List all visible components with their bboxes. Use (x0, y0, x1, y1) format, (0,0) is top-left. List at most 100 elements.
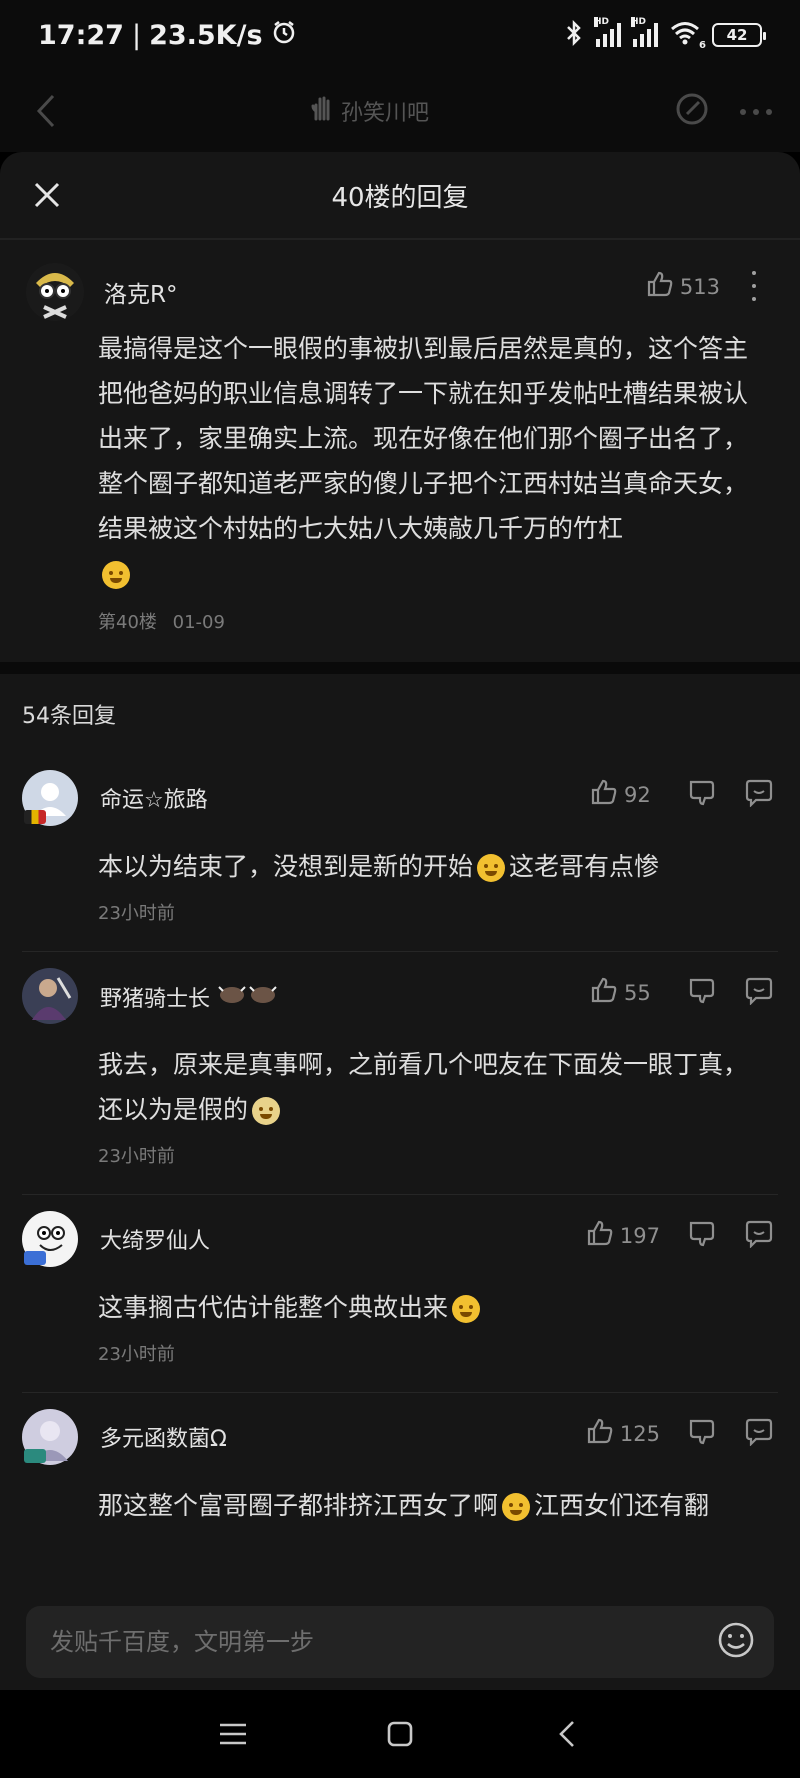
signal-icon-2: HD (631, 17, 658, 47)
reply-time: 23小时前 (98, 1146, 175, 1167)
like-button[interactable]: 197 (586, 1219, 660, 1252)
thumbs-down-icon[interactable] (688, 779, 716, 811)
wifi-icon: 6 (670, 21, 706, 51)
clock: 17:27 (38, 19, 124, 51)
like-count: 92 (624, 782, 651, 807)
reply-item: 野猪骑士长 55 我去，原来是真事啊，之前看几个吧友在下面发一眼丁真，还以为是假… (22, 952, 778, 1195)
like-button[interactable]: 55 (590, 976, 660, 1009)
boar-icon (217, 985, 279, 1012)
thumbs-up-icon (590, 976, 618, 1009)
home-square-icon[interactable] (370, 1704, 430, 1764)
reply-body: 本以为结束了，没想到是新的开始 这老哥有点惨 (98, 844, 758, 889)
forum-name: 孙笑川吧 (340, 101, 429, 126)
nav-right (674, 91, 774, 131)
floor-post: 洛克R° 513 最搞得是这个一眼假的事被扒到最后居然是真的，这个答主把他爸妈的… (0, 240, 800, 662)
thumbs-up-icon (586, 1219, 614, 1252)
reply-actions: 55 (590, 976, 774, 1009)
emoji-icon (502, 1493, 531, 1521)
like-count: 55 (624, 980, 651, 1005)
reply-input[interactable] (50, 1628, 650, 1656)
input-bar (0, 1598, 800, 1690)
battery-icon: 42 (712, 23, 766, 47)
reply-text: 我去，原来是真事啊，之前看几个吧友在下面发一眼丁真，还以为是假的 (98, 1050, 749, 1124)
battery-level: 42 (726, 26, 748, 44)
wifi-sub: 6 (699, 40, 706, 51)
username[interactable]: 大绮罗仙人 (100, 1223, 210, 1255)
thumbs-up-icon (586, 1417, 614, 1450)
comment-icon[interactable] (744, 977, 774, 1009)
post-date: 01-09 (172, 612, 225, 633)
hd-label-2: HD (631, 17, 647, 27)
thumbs-down-icon[interactable] (688, 977, 716, 1009)
section-divider (0, 662, 800, 674)
forum-hand-icon (311, 95, 333, 127)
sheet-header: 40楼的回复 (0, 152, 800, 240)
avatar[interactable] (22, 1211, 78, 1267)
net-speed: 23.5K/s (149, 19, 263, 51)
reply-text: 这事搁古代估计能整个典故出来 (98, 1293, 449, 1322)
sheet-title: 40楼的回复 (331, 182, 469, 213)
badge-icon (24, 1251, 46, 1265)
username[interactable]: 命运☆旅路 (100, 782, 208, 814)
username[interactable]: 野猪骑士长 (100, 980, 279, 1013)
emoji-icon (102, 561, 130, 589)
post-body: 最搞得是这个一眼假的事被扒到最后居然是真的，这个答主把他爸妈的职业信息调转了一下… (98, 326, 760, 596)
forum-title[interactable]: 孙笑川吧 (66, 95, 674, 127)
username-text: 野猪骑士长 (100, 986, 211, 1012)
close-icon[interactable] (24, 172, 70, 218)
comment-icon[interactable] (744, 1418, 774, 1450)
emoji-icon (452, 1295, 481, 1323)
badge-icon (24, 810, 46, 824)
status-right: HD HD 6 42 (564, 17, 766, 51)
reply-body: 我去，原来是真事啊，之前看几个吧友在下面发一眼丁真，还以为是假的 (98, 1042, 758, 1132)
reply-actions: 92 (590, 778, 774, 811)
more-vertical-icon[interactable] (746, 266, 762, 306)
menu-icon[interactable] (203, 1704, 263, 1764)
like-count: 513 (679, 274, 720, 299)
like-button[interactable]: 92 (590, 778, 660, 811)
reply-text-tail: 江西女们还有翻 (534, 1491, 710, 1520)
emoji-smile-icon[interactable] (716, 1620, 756, 1664)
post-text: 最搞得是这个一眼假的事被扒到最后居然是真的，这个答主把他爸妈的职业信息调转了一下… (98, 334, 749, 543)
badge-icon (24, 1449, 46, 1463)
floor-number: 第40楼 (98, 612, 157, 633)
comment-icon[interactable] (744, 1220, 774, 1252)
avatar[interactable] (22, 968, 78, 1024)
like-button[interactable]: 513 (646, 270, 720, 303)
more-dots-icon[interactable] (738, 102, 774, 121)
reply-actions: 197 (586, 1219, 774, 1252)
separator: | (131, 19, 142, 51)
top-nav: 孙笑川吧 (0, 70, 800, 152)
reply-item: 大绮罗仙人 197 这事搁古代估计能整个典故出来 23小时前 (22, 1195, 778, 1393)
reply-body: 这事搁古代估计能整个典故出来 (98, 1285, 758, 1330)
back-chevron-icon[interactable] (26, 81, 66, 141)
avatar[interactable] (22, 1409, 78, 1465)
alarm-icon (271, 19, 297, 52)
reply-sheet: 40楼的回复 洛克R° 513 最搞得是这个一眼假的事被扒到最后居然是真的，这个… (0, 152, 800, 1690)
reply-text-tail: 这老哥有点惨 (509, 852, 660, 881)
thumbs-up-icon (590, 778, 618, 811)
thumbs-down-icon[interactable] (688, 1418, 716, 1450)
reply-time: 23小时前 (98, 1344, 175, 1365)
like-count: 125 (619, 1421, 660, 1446)
signal-icon: HD (594, 17, 621, 47)
username[interactable]: 多元函数菌Ω (100, 1421, 227, 1453)
status-bar: 17:27 | 23.5K/s HD HD 6 42 (0, 0, 800, 70)
reply-input-box (26, 1606, 774, 1678)
like-button[interactable]: 125 (586, 1417, 660, 1450)
comment-icon[interactable] (744, 779, 774, 811)
avatar[interactable] (22, 770, 78, 826)
thumbs-down-icon[interactable] (688, 1220, 716, 1252)
reply-text: 那这整个富哥圈子都排挤江西女了啊 (98, 1491, 499, 1520)
emoji-icon (477, 854, 506, 882)
status-left: 17:27 | 23.5K/s (38, 19, 297, 52)
reply-body: 那这整个富哥圈子都排挤江西女了啊 江西女们还有翻 (98, 1483, 758, 1528)
edit-icon[interactable] (674, 91, 710, 131)
reply-actions: 125 (586, 1417, 774, 1450)
username[interactable]: 洛克R° (104, 275, 177, 309)
reply-item: 命运☆旅路 92 本以为结束了，没想到是新的开始 这老哥有点惨 23小时前 (22, 754, 778, 952)
avatar[interactable] (26, 263, 84, 321)
bluetooth-icon (564, 19, 584, 51)
emoji-icon (252, 1097, 281, 1125)
back-icon[interactable] (537, 1704, 597, 1764)
